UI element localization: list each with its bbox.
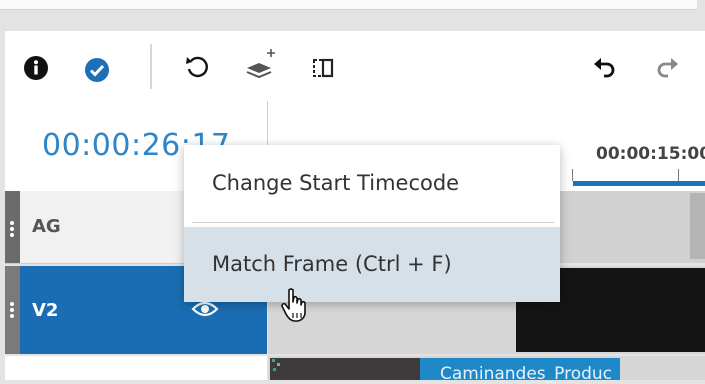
menu-divider [192,222,554,223]
undo-icon[interactable] [591,55,617,81]
toolbar-divider [150,44,152,89]
track-name: AG [32,216,61,237]
panel-gap [0,10,705,30]
clip-label: Caminandes_Produc [440,364,613,384]
track-name: V2 [32,300,59,321]
split-icon[interactable] [310,55,336,81]
check-icon[interactable] [84,57,110,83]
context-menu: Change Start Timecode Match Frame (Ctrl … [184,145,560,302]
undo-history-icon[interactable] [183,53,211,81]
menu-item-label: Change Start Timecode [212,171,460,195]
hand-cursor-icon [280,287,310,327]
eye-icon[interactable] [191,300,219,322]
redo-icon[interactable] [655,55,681,81]
add-layer-icon[interactable] [243,46,279,82]
timeline-toolbar [5,31,705,101]
menu-item-label: Match Frame (Ctrl + F) [212,252,452,276]
ruler-tick-label: 00:00:15:00 [596,144,705,164]
drag-handle-icon[interactable] [5,191,20,263]
drag-handle-icon[interactable] [5,266,20,354]
menu-item-change-start-timecode[interactable]: Change Start Timecode [184,145,560,223]
menu-item-match-frame[interactable]: Match Frame (Ctrl + F) [184,227,560,302]
clip-thumbnail[interactable] [270,358,420,380]
info-icon[interactable] [23,55,49,81]
clip[interactable] [690,193,705,259]
ruler-tick [572,169,573,181]
ruler-tick [678,169,679,181]
top-panel [0,0,697,10]
track-header-v1[interactable] [5,356,267,380]
ruler-playhead-range [573,181,705,186]
